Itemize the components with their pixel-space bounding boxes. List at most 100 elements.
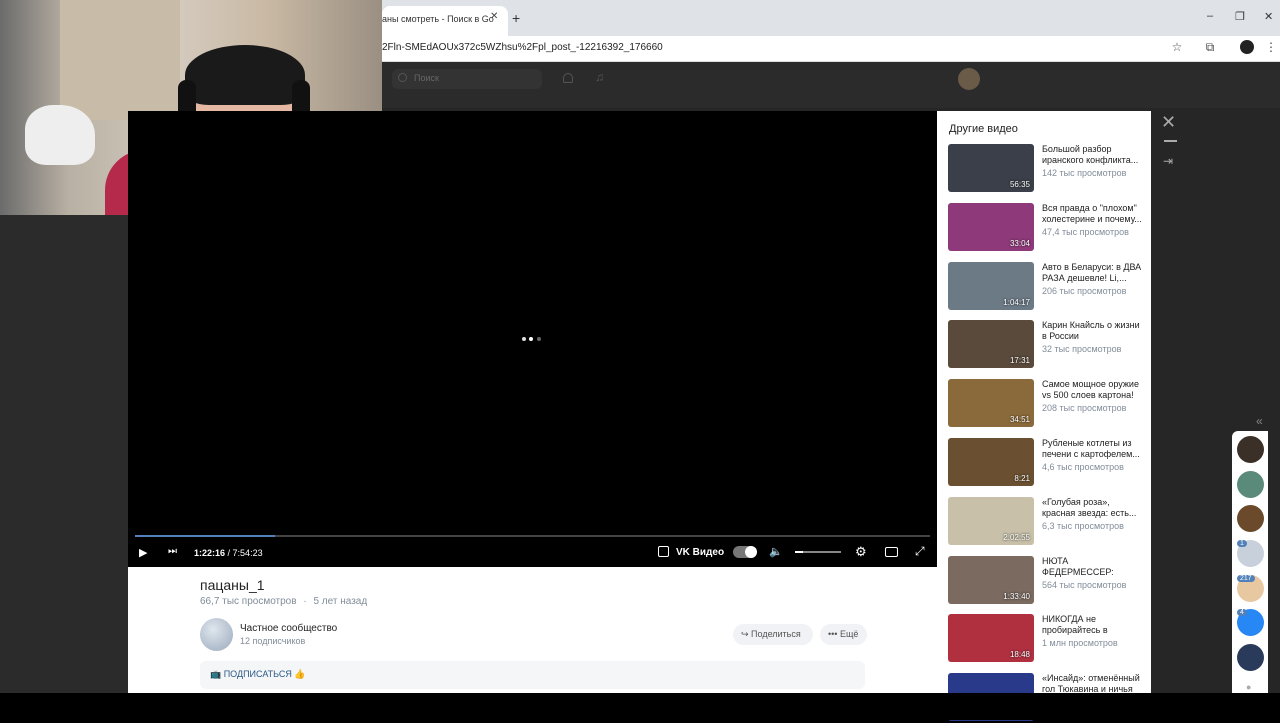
video-thumbnail[interactable]: 56:35 xyxy=(948,144,1034,192)
more-button[interactable]: ••• Ещё xyxy=(820,624,867,645)
video-list-item[interactable]: 1:33:40 НЮТА ФЕДЕРМЕССЕР: «Псевдогуманизм… xyxy=(948,555,1148,606)
volume-slider[interactable] xyxy=(795,551,841,553)
bottom-bar xyxy=(0,693,1280,720)
video-title-link[interactable]: НЮТА ФЕДЕРМЕССЕР: «Псевдогуманизм —... xyxy=(1042,556,1142,578)
video-list-item[interactable]: 17:31 Карин Кнайсль о жизни в России 32 ты… xyxy=(948,320,1148,370)
video-meta: 66,7 тыс просмотров · 5 лет назад xyxy=(200,596,367,607)
video-views: 6,3 тыс просмотров xyxy=(1042,520,1124,531)
search-input[interactable]: Поиск xyxy=(392,69,542,89)
time-current: 1:22:16 xyxy=(194,548,226,558)
video-title-link[interactable]: «Голубая роза», красная звезда: есть... xyxy=(1042,497,1142,519)
settings-gear-icon[interactable]: ⚙ xyxy=(855,544,867,560)
vk-video-brand[interactable]: VK Видео xyxy=(676,547,724,558)
new-tab-button[interactable]: + xyxy=(512,10,520,26)
vk-video-logo-icon xyxy=(658,546,669,557)
minimize-icon[interactable] xyxy=(1164,140,1177,142)
chat-avatar[interactable] xyxy=(1237,644,1264,671)
loading-spinner-icon xyxy=(522,337,544,342)
unread-badge: 1 xyxy=(1237,540,1247,547)
video-views: 32 тыс просмотров xyxy=(1042,344,1122,355)
community-avatar[interactable] xyxy=(200,618,233,651)
video-thumbnail[interactable]: 1:04:17 xyxy=(948,261,1034,310)
webcam-person-hair xyxy=(185,45,305,105)
music-icon[interactable]: ♫ xyxy=(595,70,604,84)
close-icon[interactable]: ✕ xyxy=(1161,112,1176,133)
video-duration: 1:33:40 xyxy=(1003,591,1030,601)
chat-avatar[interactable] xyxy=(1237,505,1264,532)
picture-in-picture-icon[interactable] xyxy=(885,547,898,557)
video-title-link[interactable]: Большой разбор иранского конфликта... xyxy=(1042,144,1142,166)
video-list-item[interactable]: 2:02:55 «Голубая роза», красная звезда: е… xyxy=(948,496,1148,547)
video-duration: 8:21 xyxy=(1014,474,1030,483)
video-list-item[interactable]: 18:48 НИКОГДА не пробирайтесь в ШКОЛ... 1 … xyxy=(948,614,1148,664)
profile-avatar[interactable] xyxy=(958,68,980,90)
play-icon[interactable]: ▶ xyxy=(139,546,147,559)
share-label: Поделиться xyxy=(751,629,801,639)
sidebar-title: Другие видео xyxy=(949,123,1018,135)
video-views: 142 тыс просмотров xyxy=(1042,168,1127,178)
unread-badge: 217 xyxy=(1237,575,1255,582)
view-count: 66,7 тыс просмотров xyxy=(200,596,297,607)
video-duration: 34:51 xyxy=(1009,415,1030,425)
video-list-item[interactable]: 8:21 Рубленые котлеты из печени с картофе… xyxy=(948,438,1148,488)
left-panel xyxy=(0,215,128,693)
browser-profile-icon[interactable] xyxy=(1240,40,1254,54)
video-title-link[interactable]: Самое мощное оружие vs 500 слоев картона… xyxy=(1042,379,1142,401)
bookmark-star-icon[interactable]: ☆ xyxy=(1170,40,1184,54)
share-icon: ↪ xyxy=(741,629,752,639)
player-controls: ▶ ⏭ 1:22:16 / 7:54:23 VK Видео 🔈 ⚙ ⤢ xyxy=(128,540,937,567)
video-duration: 18:48 xyxy=(1009,650,1030,660)
video-list-item[interactable]: 1:04:17 Авто в Беларуси: в ДВА РАЗА дешев… xyxy=(948,261,1148,312)
tab-close-icon[interactable]: ✕ xyxy=(490,11,498,22)
video-thumbnail[interactable]: 34:51 xyxy=(948,379,1034,428)
chat-avatar[interactable] xyxy=(1237,436,1264,463)
chat-avatar[interactable] xyxy=(1237,471,1264,498)
video-thumbnail[interactable]: 1:33:40 xyxy=(948,555,1034,604)
share-button[interactable]: ↪ Поделиться xyxy=(733,624,813,645)
window-restore-button[interactable]: ❐ xyxy=(1235,10,1245,23)
community-subscribers: 12 подписчиков xyxy=(240,636,306,646)
search-placeholder: Поиск xyxy=(414,73,439,83)
volume-icon[interactable]: 🔈 xyxy=(769,545,783,558)
subscribe-link[interactable]: 📺 ПОДПИСАТЬСЯ 👍 xyxy=(210,669,306,680)
video-thumbnail[interactable]: 33:04 xyxy=(948,202,1034,251)
video-list-item[interactable]: 34:51 Самое мощное оружие vs 500 слоев ка… xyxy=(948,379,1148,429)
video-thumbnail[interactable]: 18:48 xyxy=(948,614,1034,663)
collapse-chats-icon[interactable]: « xyxy=(1256,414,1263,428)
webcam-plush xyxy=(25,105,95,165)
video-thumbnail[interactable]: 8:21 xyxy=(948,438,1034,486)
video-thumbnail[interactable]: 2:02:55 xyxy=(948,496,1034,545)
video-title-link[interactable]: Вся правда о "плохом" холестерине и поче… xyxy=(1042,203,1142,225)
autoplay-toggle[interactable] xyxy=(733,546,757,558)
video-list-item[interactable]: 56:35 Большой разбор иранского конфликта.… xyxy=(948,144,1148,194)
browser-menu-icon[interactable]: ⋮ xyxy=(1264,40,1278,54)
video-thumbnail[interactable]: 17:31 xyxy=(948,320,1034,369)
tab-title: аны смотреть - Поиск в Go xyxy=(382,14,494,24)
extensions-icon[interactable]: ⧉ xyxy=(1203,40,1217,54)
video-list-item[interactable]: 33:04 Вся правда о "плохом" холестерине и… xyxy=(948,202,1148,253)
video-title-link[interactable]: Авто в Беларуси: в ДВА РАЗА дешевле! Li,… xyxy=(1042,262,1142,284)
more-icon: ••• xyxy=(828,629,840,639)
url-text[interactable]: 2Fln-SMEdAOUx372c5WZhsu%2Fpl_post_-12216… xyxy=(382,42,663,53)
community-name[interactable]: Частное сообщество xyxy=(240,623,337,634)
video-duration: 17:31 xyxy=(1009,356,1030,366)
video-views: 4,6 тыс просмотров xyxy=(1042,462,1124,472)
video-title: пацаны_1 xyxy=(200,577,265,593)
bell-icon[interactable] xyxy=(563,73,573,83)
fullscreen-icon[interactable]: ⤢ xyxy=(915,544,925,559)
unread-badge: 4 xyxy=(1237,609,1247,616)
video-title-link[interactable]: Рубленые котлеты из печени с картофелем.… xyxy=(1042,438,1142,460)
video-views: 564 тыс просмотров xyxy=(1042,579,1127,590)
video-title-link[interactable]: НИКОГДА не пробирайтесь в ШКОЛ... xyxy=(1042,614,1142,636)
video-duration: 33:04 xyxy=(1009,238,1030,248)
time-total: 7:54:23 xyxy=(232,548,263,558)
dock-icon[interactable]: ⇥ xyxy=(1163,154,1173,168)
next-icon[interactable]: ⏭ xyxy=(168,546,177,557)
video-title-link[interactable]: Карин Кнайсль о жизни в России xyxy=(1042,320,1142,342)
video-title-link[interactable]: «Инсайд»: отменённый гол Тюкавина и ничь… xyxy=(1042,673,1142,695)
progress-bar-fill xyxy=(135,535,275,537)
video-views: 206 тыс просмотров xyxy=(1042,285,1127,296)
chat-bubble-icon[interactable]: ● xyxy=(1246,682,1251,692)
window-close-button[interactable]: ✕ xyxy=(1264,10,1273,23)
window-minimize-button[interactable]: – xyxy=(1207,10,1213,22)
